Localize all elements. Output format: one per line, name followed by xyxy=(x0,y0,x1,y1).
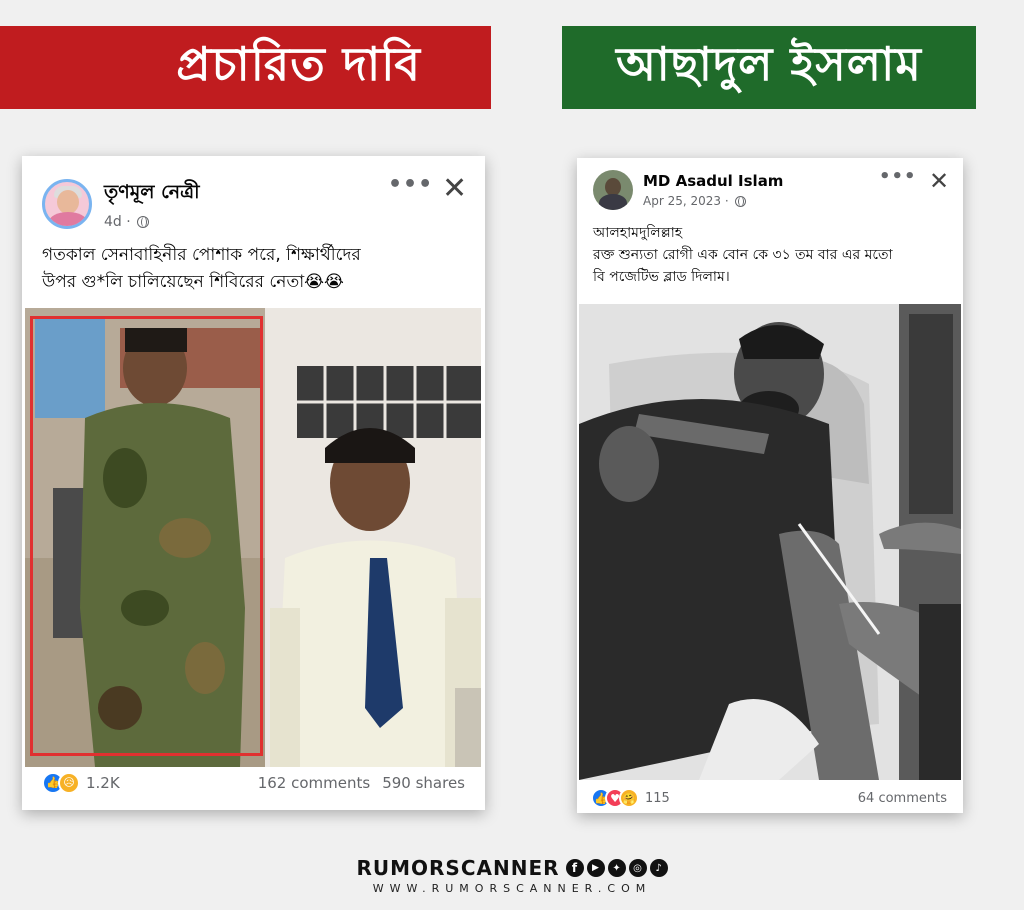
author-name[interactable]: MD Asadul Islam xyxy=(643,172,783,190)
brand-url[interactable]: WWW.RUMORSCANNER.COM xyxy=(0,882,1024,895)
claim-banner: প্রচারিত দাবি xyxy=(0,26,491,109)
post-text: আলহামদুলিল্লাহ রক্ত শুন্যতা রোগী এক বোন … xyxy=(593,222,893,288)
post-time[interactable]: 4d · xyxy=(104,214,131,230)
reactions[interactable]: 👍 😥 1.2K xyxy=(42,772,120,794)
comments-count[interactable]: 64 comments xyxy=(858,791,947,806)
post-text-line: গতকাল সেনাবাহিনীর পোশাক পরে, শিক্ষার্থীদ… xyxy=(42,245,361,265)
globe-icon xyxy=(734,195,746,207)
avatar[interactable] xyxy=(42,179,92,229)
highlight-box xyxy=(30,316,263,756)
post-footer: 👍 ♥ 🤗 115 64 comments xyxy=(591,788,947,808)
avatar[interactable] xyxy=(593,170,633,210)
post-text-line: উপর গু*লি চালিয়েছেন শিবিরের নেতা😭😭 xyxy=(42,272,344,292)
comments-count[interactable]: 162 comments xyxy=(258,774,370,792)
post-photo[interactable] xyxy=(579,304,961,780)
post-text-line: আলহামদুলিল্লাহ xyxy=(593,225,683,241)
post-text-line: বি পজেটিভ ব্লাড দিলাম। xyxy=(593,269,730,285)
more-dots-icon[interactable]: ••• xyxy=(388,172,433,197)
person-banner-label: আছাদুল ইসলাম xyxy=(616,36,922,91)
post-header: MD Asadul Islam Apr 25, 2023 · xyxy=(593,170,783,210)
brand-name: RUMORSCANNER xyxy=(356,856,560,880)
facebook-icon[interactable]: f xyxy=(565,859,584,877)
brand-block: RUMORSCANNER f ▶ ✦ ◎ ♪ WWW.RUMORSCANNER.… xyxy=(0,856,1024,895)
post-text: গতকাল সেনাবাহিনীর পোশাক পরে, শিক্ষার্থীদ… xyxy=(42,242,361,296)
person-banner: আছাদুল ইসলাম xyxy=(562,26,976,109)
reactions[interactable]: 👍 ♥ 🤗 115 xyxy=(591,788,670,808)
facebook-post-claim: তৃণমূল নেত্রী 4d · ••• ✕ গতকাল সেনাবাহিন… xyxy=(22,156,485,810)
claim-banner-label: প্রচারিত দাবি xyxy=(176,36,421,91)
close-icon[interactable]: ✕ xyxy=(442,174,467,204)
post-time[interactable]: Apr 25, 2023 · xyxy=(643,194,729,208)
post-header: তৃণমূল নেত্রী 4d · xyxy=(42,178,200,230)
youtube-icon[interactable]: ▶ xyxy=(586,859,605,877)
reaction-count: 115 xyxy=(645,790,670,806)
close-icon[interactable]: ✕ xyxy=(929,166,949,196)
care-icon: 🤗 xyxy=(619,788,639,808)
shares-count[interactable]: 590 shares xyxy=(382,774,465,792)
reaction-count: 1.2K xyxy=(86,774,120,792)
post-text-line: রক্ত শুন্যতা রোগী এক বোন কে ৩১ তম বার এর… xyxy=(593,247,893,263)
post-footer: 👍 😥 1.2K 162 comments 590 shares xyxy=(42,772,465,794)
author-name[interactable]: তৃণমূল নেত্রী xyxy=(104,178,200,210)
instagram-icon[interactable]: ◎ xyxy=(628,859,647,877)
more-dots-icon[interactable]: ••• xyxy=(879,166,917,187)
tiktok-icon[interactable]: ♪ xyxy=(649,859,668,877)
twitter-icon[interactable]: ✦ xyxy=(607,859,626,877)
sad-icon: 😥 xyxy=(58,772,80,794)
globe-icon xyxy=(136,216,149,228)
facebook-post-original: MD Asadul Islam Apr 25, 2023 · ••• ✕ আলহ… xyxy=(577,158,963,813)
post-photo[interactable] xyxy=(25,308,481,767)
post-photo-image xyxy=(579,304,961,780)
